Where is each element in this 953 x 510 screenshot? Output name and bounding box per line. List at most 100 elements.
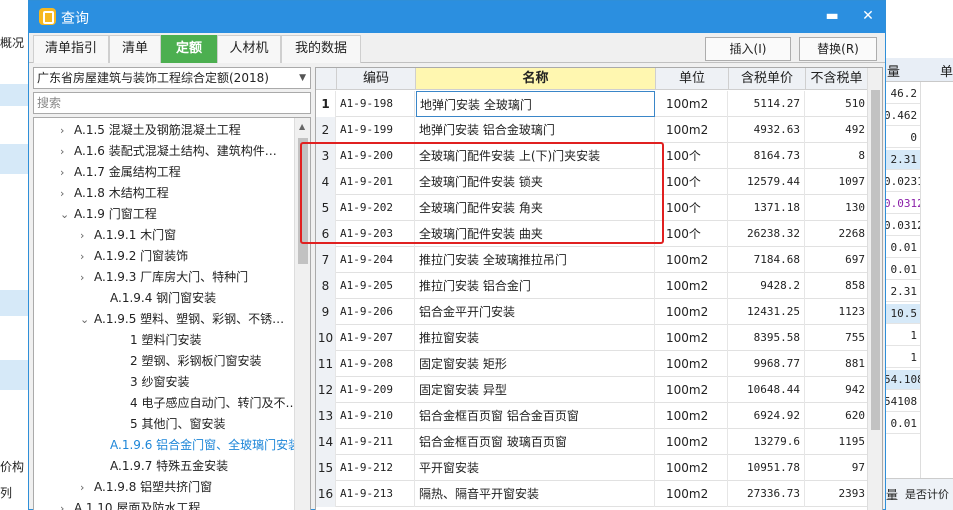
tree-item[interactable]: › A.1.5 混凝土及钢筋混凝土工程 bbox=[60, 120, 241, 141]
quota-tree: › A.1.5 混凝土及钢筋混凝土工程 › A.1.6 装配式混凝土结构、建筑构件… ›… bbox=[33, 117, 311, 510]
row-name: 地弹门安装 铝合金玻璃门 bbox=[416, 117, 655, 143]
tree-item[interactable]: 4 电子感应自动门、转门及不… bbox=[116, 393, 297, 414]
tree-item[interactable]: › A.1.8 木结构工程 bbox=[60, 183, 169, 204]
tree-item[interactable]: A.1.9.6 铝合金门窗、全玻璃门安装 bbox=[96, 435, 300, 456]
table-row[interactable]: 14 A1-9-211 铝合金框百页窗 玻璃百页窗 100m2 13279.6 1195 bbox=[316, 429, 882, 455]
table-row[interactable]: 3 A1-9-200 全玻璃门配件安装 上(下)门夹安装 100个 8164.73 8 bbox=[316, 143, 882, 169]
minimize-button[interactable]: ▬ bbox=[821, 6, 843, 26]
tab-bill-guide[interactable]: 清单指引 bbox=[33, 35, 109, 63]
tree-item[interactable]: › A.1.6 装配式混凝土结构、建筑构件… bbox=[60, 141, 277, 162]
tree-item[interactable]: 3 纱窗安装 bbox=[116, 372, 189, 393]
table-row[interactable]: 10 A1-9-207 推拉窗安装 100m2 8395.58 755 bbox=[316, 325, 882, 351]
tree-item-label: 1 塑料门安装 bbox=[130, 333, 202, 347]
tree-item[interactable]: › A.1.9.2 门窗装饰 bbox=[80, 246, 188, 267]
chevron-right-icon[interactable]: › bbox=[60, 183, 74, 204]
chevron-right-icon[interactable]: › bbox=[60, 162, 74, 183]
tree-item-label: A.1.9.4 钢门窗安装 bbox=[110, 291, 217, 305]
column-header-tax-price[interactable]: 含税单价 bbox=[729, 68, 806, 90]
row-index: 10 bbox=[316, 325, 336, 351]
table-row[interactable]: 16 A1-9-213 隔热、隔音平开窗安装 100m2 27336.73 2393 bbox=[316, 481, 882, 507]
table-row[interactable]: 9 A1-9-206 铝合金平开门安装 100m2 12431.25 1123 bbox=[316, 299, 882, 325]
tree-item[interactable]: › A.1.9.1 木门窗 bbox=[80, 225, 176, 246]
column-header-notax-price[interactable]: 不含税单 bbox=[806, 68, 868, 90]
table-row[interactable]: 4 A1-9-201 全玻璃门配件安装 锁夹 100个 12579.44 1097 bbox=[316, 169, 882, 195]
row-index: 11 bbox=[316, 351, 336, 377]
row-name: 推拉窗安装 bbox=[416, 325, 655, 351]
table-row[interactable]: 1 A1-9-198 地弹门安装 全玻璃门 100m2 5114.27 510 bbox=[316, 91, 882, 117]
column-header-name[interactable]: 名称 bbox=[416, 68, 656, 90]
tree-item[interactable]: 2 塑钢、彩钢板门窗安装 bbox=[116, 351, 261, 372]
chevron-right-icon[interactable]: › bbox=[60, 141, 74, 162]
column-header-unit[interactable]: 单位 bbox=[656, 68, 729, 90]
row-tax-price: 12579.44 bbox=[729, 169, 805, 195]
row-notax-price: 510 bbox=[806, 91, 868, 117]
bg-right-header-label: 单 bbox=[940, 65, 953, 80]
row-notax-price: 130 bbox=[806, 195, 868, 221]
bg-value-cell: 0.0312 bbox=[884, 194, 924, 214]
row-name: 全玻璃门配件安装 锁夹 bbox=[416, 169, 655, 195]
row-code: A1-9-213 bbox=[337, 481, 415, 507]
tree-item[interactable]: › A.1.7 金属结构工程 bbox=[60, 162, 181, 183]
row-tax-price: 9428.2 bbox=[729, 273, 805, 299]
tab-quota[interactable]: 定额 bbox=[161, 35, 217, 63]
tab-my-data[interactable]: 我的数据 bbox=[281, 35, 361, 63]
tree-item[interactable]: › A.1.9.8 铝塑共挤门窗 bbox=[80, 477, 212, 498]
row-tax-price: 7184.68 bbox=[729, 247, 805, 273]
tree-item[interactable]: ⌄ A.1.9.5 塑料、塑钢、彩钢、不锈… bbox=[80, 309, 284, 330]
tree-item[interactable]: › A.1.10 屋面及防水工程 bbox=[60, 498, 200, 510]
chevron-right-icon[interactable]: › bbox=[60, 498, 74, 510]
table-row[interactable]: 8 A1-9-205 推拉门安装 铝合金门 100m2 9428.2 858 bbox=[316, 273, 882, 299]
insert-button[interactable]: 插入(I) bbox=[705, 37, 791, 61]
chevron-right-icon[interactable]: › bbox=[80, 477, 94, 498]
bg-scrollbar[interactable] bbox=[920, 82, 953, 510]
row-notax-price: 8 bbox=[806, 143, 868, 169]
scroll-up-icon[interactable]: ▲ bbox=[299, 122, 305, 131]
dialog-titlebar[interactable]: 查询 ▬ ✕ bbox=[29, 1, 885, 33]
tree-item[interactable]: A.1.9.4 钢门窗安装 bbox=[96, 288, 216, 309]
bg-value-cell: 1 bbox=[884, 348, 920, 368]
standard-select[interactable]: 广东省房屋建筑与装饰工程综合定额(2018) ▼ bbox=[33, 67, 311, 89]
row-unit: 100m2 bbox=[656, 403, 728, 429]
row-name: 全玻璃门配件安装 曲夹 bbox=[416, 221, 655, 247]
tree-item[interactable]: 5 其他门、窗安装 bbox=[116, 414, 225, 435]
table-row[interactable]: 7 A1-9-204 推拉门安装 全玻璃推拉吊门 100m2 7184.68 697 bbox=[316, 247, 882, 273]
table-row[interactable]: 12 A1-9-209 固定窗安装 异型 100m2 10648.44 942 bbox=[316, 377, 882, 403]
tree-item[interactable]: › A.1.9.3 厂库房大门、特种门 bbox=[80, 267, 248, 288]
search-input[interactable] bbox=[33, 92, 311, 114]
column-header-code[interactable]: 编码 bbox=[337, 68, 416, 90]
table-row[interactable]: 11 A1-9-208 固定窗安装 矩形 100m2 9968.77 881 bbox=[316, 351, 882, 377]
tree-item-label: A.1.10 屋面及防水工程 bbox=[74, 501, 201, 510]
row-unit: 100m2 bbox=[656, 273, 728, 299]
tab-bill[interactable]: 清单 bbox=[109, 35, 161, 63]
chevron-right-icon[interactable]: › bbox=[80, 267, 94, 288]
chevron-right-icon[interactable]: › bbox=[80, 225, 94, 246]
tab-labor-material-machine[interactable]: 人材机 bbox=[217, 35, 281, 63]
tree-item[interactable]: ⌄ A.1.9 门窗工程 bbox=[60, 204, 157, 225]
table-row[interactable]: 15 A1-9-212 平开窗安装 100m2 10951.78 97 bbox=[316, 455, 882, 481]
chevron-down-icon[interactable]: ⌄ bbox=[60, 204, 74, 225]
bg-bottom-header: 量 是否计价 bbox=[883, 478, 953, 510]
tree-item-label: A.1.9 门窗工程 bbox=[74, 207, 157, 221]
bg-value-cell: 0.01 bbox=[884, 260, 920, 280]
row-code: A1-9-208 bbox=[337, 351, 415, 377]
table-scrollbar[interactable] bbox=[867, 68, 882, 510]
bg-value-cell: 2.31 bbox=[884, 150, 920, 170]
table-row[interactable]: 6 A1-9-203 全玻璃门配件安装 曲夹 100个 26238.32 2268 bbox=[316, 221, 882, 247]
row-unit: 100m2 bbox=[656, 117, 728, 143]
row-index: 6 bbox=[316, 221, 336, 247]
table-row[interactable]: 13 A1-9-210 铝合金框百页窗 铝合金百页窗 100m2 6924.92 620 bbox=[316, 403, 882, 429]
row-code: A1-9-210 bbox=[337, 403, 415, 429]
replace-button[interactable]: 替换(R) bbox=[799, 37, 877, 61]
chevron-down-icon[interactable]: ⌄ bbox=[80, 309, 94, 330]
table-row[interactable]: 5 A1-9-202 全玻璃门配件安装 角夹 100个 1371.18 130 bbox=[316, 195, 882, 221]
table-scrollbar-thumb[interactable] bbox=[871, 90, 880, 430]
close-button[interactable]: ✕ bbox=[857, 6, 879, 26]
table-row[interactable]: 2 A1-9-199 地弹门安装 铝合金玻璃门 100m2 4932.63 492 bbox=[316, 117, 882, 143]
chevron-right-icon[interactable]: › bbox=[80, 246, 94, 267]
tree-scrollbar[interactable]: ▲ bbox=[294, 118, 310, 510]
tree-item[interactable]: 1 塑料门安装 bbox=[116, 330, 201, 351]
chevron-right-icon[interactable]: › bbox=[60, 120, 74, 141]
tree-item[interactable]: A.1.9.7 特殊五金安装 bbox=[96, 456, 228, 477]
row-notax-price: 2393 bbox=[806, 481, 868, 507]
tree-scrollbar-thumb[interactable] bbox=[298, 138, 308, 264]
